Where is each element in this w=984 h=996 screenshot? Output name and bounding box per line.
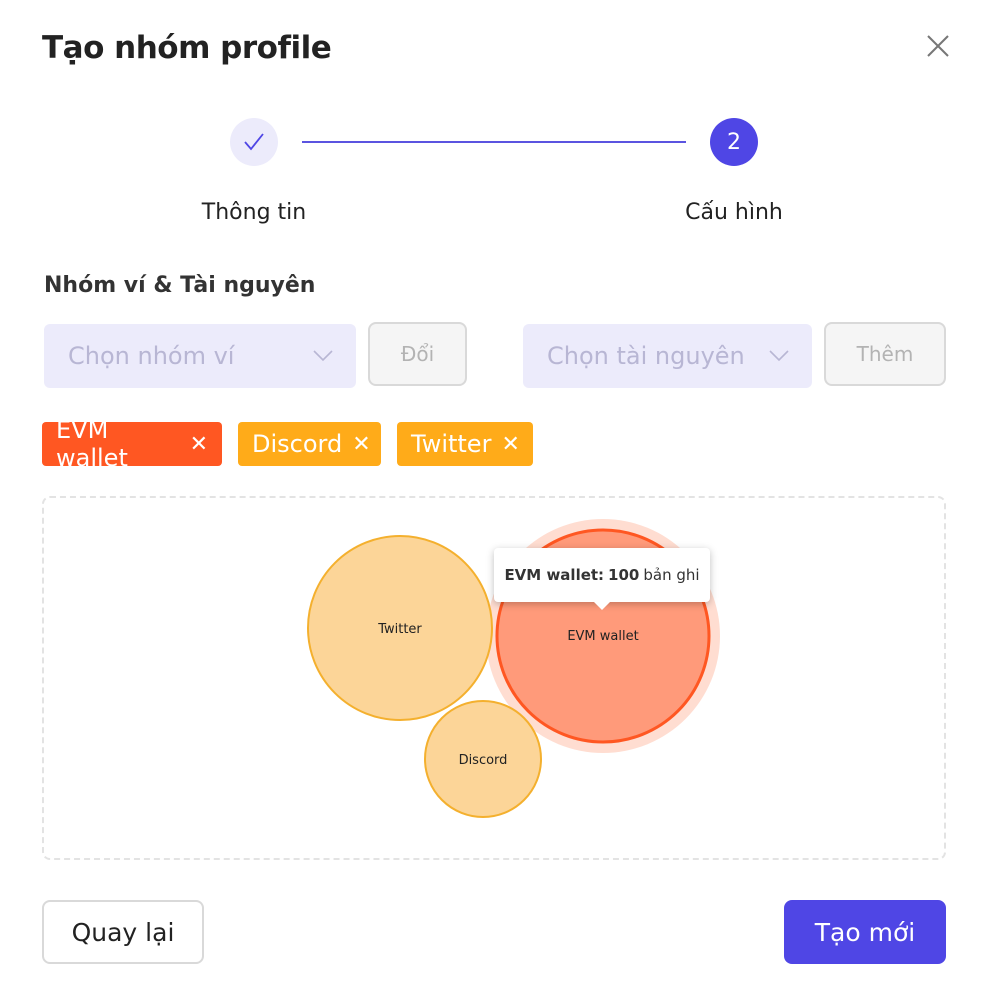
discord-bubble-label: Discord [459,753,508,768]
step-2-number: 2 [727,129,741,155]
tag-discord[interactable]: Discord ✕ [238,422,381,466]
tag-label: Twitter [411,430,492,458]
remove-tag-icon[interactable]: ✕ [190,432,208,457]
tooltip-value: 100 [608,566,640,584]
tooltip-unit: bản ghi [643,566,700,584]
step-2-label: Cấu hình [685,200,783,225]
tag-label: EVM wallet [56,416,128,472]
chart-tooltip: EVM wallet: 100 bản ghi [494,548,710,610]
wallet-group-placeholder: Chọn nhóm ví [68,342,235,370]
section-title: Nhóm ví & Tài nguyên [44,273,316,298]
chevron-down-icon [769,350,789,362]
close-icon [927,35,949,57]
tag-evm-wallet[interactable]: EVM wallet ✕ [42,416,222,472]
step-1-indicator [230,118,278,166]
change-wallet-group-button[interactable]: Đổi [368,322,467,386]
tag-label: Discord [252,430,343,458]
resource-select[interactable]: Chọn tài nguyên [523,324,812,388]
check-icon [244,133,264,151]
create-button[interactable]: Tạo mới [784,900,946,964]
stepper-connector [302,141,686,143]
remove-tag-icon[interactable]: ✕ [352,432,370,457]
back-button[interactable]: Quay lại [42,900,204,964]
tag-twitter[interactable]: Twitter ✕ [397,422,533,466]
step-2-indicator: 2 [710,118,758,166]
wallet-group-select[interactable]: Chọn nhóm ví [44,324,356,388]
remove-tag-icon[interactable]: ✕ [501,432,519,457]
tooltip-label: EVM wallet: [504,566,605,584]
resource-placeholder: Chọn tài nguyên [547,342,745,370]
step-1-label: Thông tin [201,200,307,225]
dialog-title: Tạo nhóm profile [42,30,332,66]
chevron-down-icon [313,350,333,362]
add-resource-button[interactable]: Thêm [824,322,946,386]
twitter-bubble-label: Twitter [377,622,422,637]
evm-wallet-bubble-label: EVM wallet [567,629,638,644]
close-button[interactable] [922,30,954,62]
